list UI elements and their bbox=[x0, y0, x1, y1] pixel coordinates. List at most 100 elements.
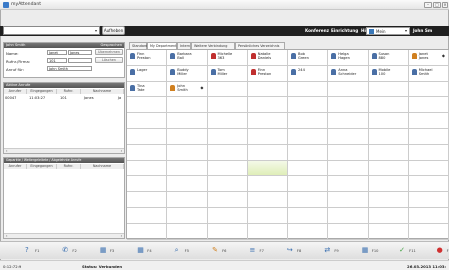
grid-cell[interactable] bbox=[167, 160, 208, 177]
col-eingegangen[interactable]: Eingegangen bbox=[27, 164, 57, 169]
contact-card[interactable]: 244 bbox=[289, 66, 328, 81]
row-extra[interactable]: Ja bbox=[118, 96, 121, 100]
menu-konferenz[interactable]: Konferenz bbox=[305, 28, 329, 33]
row-anrufer[interactable]: 00047 bbox=[5, 96, 16, 100]
rufnr-field[interactable]: 101 bbox=[47, 58, 67, 63]
contact-card[interactable]: Lager bbox=[128, 66, 167, 81]
contact-card[interactable]: Tina Tate bbox=[128, 82, 167, 97]
contact-card[interactable]: Helga Hagen bbox=[329, 51, 368, 65]
grid-cell[interactable] bbox=[167, 129, 208, 145]
grid-cell[interactable] bbox=[247, 223, 288, 240]
fkey-f2-button[interactable]: ✆ F2 bbox=[62, 247, 84, 255]
grid-cell[interactable] bbox=[207, 97, 248, 114]
fkey-f1-button[interactable]: ? F1 bbox=[25, 247, 47, 255]
fkey-f7-button[interactable]: ≡ F7 bbox=[250, 247, 272, 255]
grid-cell[interactable] bbox=[288, 113, 329, 129]
grid-cell[interactable] bbox=[368, 160, 409, 177]
grid-cell[interactable] bbox=[127, 192, 168, 208]
grid-cell[interactable] bbox=[328, 223, 369, 240]
grid-cell[interactable] bbox=[288, 192, 329, 208]
contact-card[interactable]: Mobile 100 bbox=[369, 66, 408, 81]
grid-cell[interactable] bbox=[368, 223, 409, 240]
grid-cell[interactable] bbox=[167, 113, 208, 129]
scroll-left-icon[interactable]: ‹ bbox=[6, 149, 7, 153]
grid-cell[interactable] bbox=[247, 144, 288, 161]
user-selector[interactable]: Mein ▾ bbox=[366, 27, 410, 35]
grid-cell[interactable] bbox=[408, 81, 449, 98]
grid-cell[interactable] bbox=[207, 113, 248, 129]
contact-card[interactable]: Buddy Miller bbox=[168, 66, 207, 81]
contact-card[interactable]: Tom Miller bbox=[208, 66, 247, 81]
grid-cell[interactable] bbox=[408, 160, 449, 177]
grid-cell[interactable] bbox=[247, 192, 288, 208]
col-rufnr[interactable]: Rufnr. bbox=[57, 164, 81, 169]
grid-cell[interactable] bbox=[368, 176, 409, 193]
row-eingang[interactable]: 11:03:27 bbox=[29, 96, 45, 100]
grid-cell[interactable] bbox=[408, 208, 449, 224]
aufheben-button[interactable]: Aufheben bbox=[102, 26, 125, 35]
ubernehmen-button[interactable]: Übernehmen bbox=[95, 49, 123, 55]
grid-cell[interactable] bbox=[207, 160, 248, 177]
horizontal-scrollbar[interactable]: ‹ › bbox=[4, 148, 124, 153]
scroll-right-icon[interactable]: › bbox=[121, 234, 122, 238]
tab-weitere-verbindung[interactable]: Weitere Verbindung bbox=[191, 42, 235, 49]
grid-cell[interactable] bbox=[368, 129, 409, 145]
grid-cell[interactable] bbox=[368, 81, 409, 98]
fkey-f8-button[interactable]: ↪ F8 bbox=[287, 247, 309, 255]
grid-cell[interactable] bbox=[408, 176, 449, 193]
grid-cell[interactable] bbox=[127, 160, 168, 177]
contact-card[interactable]: Anna Schneider bbox=[329, 66, 368, 81]
contact-card[interactable]: Janet Jones ◆ bbox=[409, 51, 448, 65]
contact-card[interactable]: Bob Green bbox=[289, 51, 328, 65]
contact-card[interactable]: Natalie Daniels bbox=[248, 51, 287, 65]
tab-personliches-verzeichnis[interactable]: Persönliches Verzeichnis bbox=[235, 42, 285, 49]
grid-cell[interactable] bbox=[288, 97, 329, 114]
grid-cell[interactable] bbox=[167, 208, 208, 224]
minimize-icon[interactable]: – bbox=[424, 2, 432, 8]
grid-cell[interactable] bbox=[247, 160, 288, 177]
contact-card[interactable]: Finn Preston bbox=[128, 51, 167, 65]
grid-cell[interactable] bbox=[247, 97, 288, 114]
grid-cell[interactable] bbox=[167, 97, 208, 114]
grid-cell[interactable] bbox=[368, 192, 409, 208]
grid-cell[interactable] bbox=[127, 113, 168, 129]
grid-cell[interactable] bbox=[207, 144, 248, 161]
grid-cell[interactable] bbox=[408, 113, 449, 129]
grid-cell[interactable] bbox=[288, 176, 329, 193]
fkey-f12-button[interactable]: ●F12 bbox=[437, 247, 449, 255]
contact-card[interactable]: Barbara Ball bbox=[168, 51, 207, 65]
grid-cell[interactable] bbox=[368, 144, 409, 161]
grid-cell[interactable] bbox=[247, 208, 288, 224]
grid-cell[interactable] bbox=[328, 208, 369, 224]
fkey-f5-button[interactable]: ⌕ F5 bbox=[175, 247, 197, 255]
col-nachname[interactable]: Nachname bbox=[81, 164, 124, 169]
fkey-f10-button[interactable]: ▦ F10 bbox=[362, 247, 384, 255]
col-rufnr[interactable]: Rufnr. bbox=[57, 89, 81, 94]
contact-card[interactable]: Michael Smith bbox=[409, 66, 448, 81]
grid-cell[interactable] bbox=[288, 160, 329, 177]
number-combobox[interactable]: ▾ bbox=[3, 26, 100, 35]
grid-cell[interactable] bbox=[127, 144, 168, 161]
menu-einrichtung[interactable]: Einrichtung bbox=[331, 28, 358, 33]
contact-card[interactable]: Susan 880 bbox=[369, 51, 408, 65]
grid-cell[interactable] bbox=[408, 144, 449, 161]
grid-cell[interactable] bbox=[247, 113, 288, 129]
grid-cell[interactable] bbox=[247, 129, 288, 145]
grid-cell[interactable] bbox=[207, 81, 248, 98]
contact-card[interactable]: Michelle 363 bbox=[208, 51, 247, 65]
contact-card[interactable]: John Smith ◆ bbox=[168, 82, 207, 97]
grid-cell[interactable] bbox=[408, 223, 449, 240]
grid-cell[interactable] bbox=[167, 192, 208, 208]
grid-cell[interactable] bbox=[328, 97, 369, 114]
grid-cell[interactable] bbox=[408, 192, 449, 208]
col-anrufer[interactable]: Anrufer bbox=[4, 164, 27, 169]
loschen-button[interactable]: Löschen bbox=[95, 57, 123, 63]
grid-cell[interactable] bbox=[127, 208, 168, 224]
grid-cell[interactable] bbox=[408, 129, 449, 145]
grid-cell[interactable] bbox=[288, 129, 329, 145]
contact-card[interactable]: Finn Preston bbox=[248, 66, 287, 81]
row-name[interactable]: Jones bbox=[84, 96, 94, 100]
grid-cell[interactable] bbox=[328, 192, 369, 208]
grid-cell[interactable] bbox=[167, 144, 208, 161]
grid-cell[interactable] bbox=[288, 144, 329, 161]
